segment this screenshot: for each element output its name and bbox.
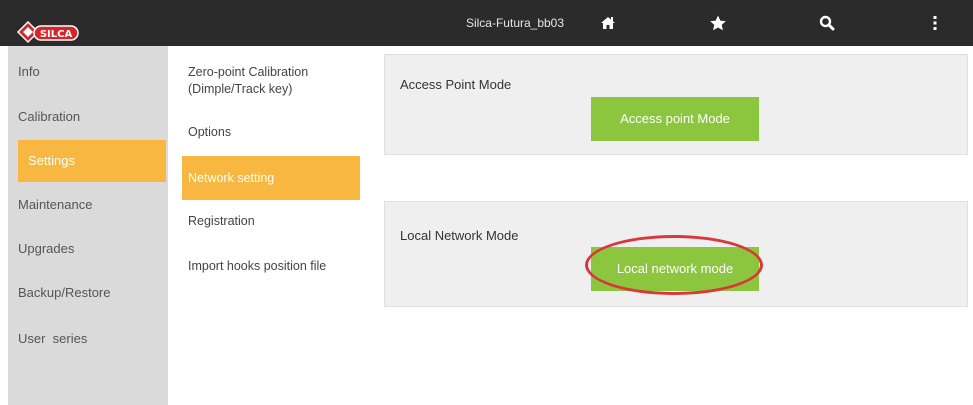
top-bar: Silca-Futura_bb03 (0, 0, 973, 46)
local-network-mode-button[interactable]: Local network mode (591, 247, 759, 291)
sidebar-item-maintenance[interactable]: Maintenance (8, 184, 158, 226)
sidebar-item-calibration[interactable]: Calibration (8, 96, 158, 138)
sidebar-item-settings[interactable]: Settings (18, 140, 166, 182)
sidebar-item-user-series[interactable]: User series (8, 318, 158, 360)
submenu-item-import-hooks[interactable]: Import hooks position file (182, 258, 360, 275)
local-network-panel: Local Network Mode Local network mode (384, 201, 968, 307)
home-icon[interactable] (598, 13, 618, 33)
submenu-item-network-setting[interactable]: Network setting (182, 156, 360, 200)
submenu-item-label-line1: Zero-point Calibration (188, 65, 309, 79)
settings-submenu: Zero-point Calibration (Dimple/Track key… (176, 46, 371, 405)
access-point-panel: Access Point Mode Access point Mode (384, 54, 968, 155)
more-vertical-icon[interactable] (925, 13, 945, 33)
sidebar-item-info[interactable]: Info (8, 51, 158, 93)
submenu-item-options[interactable]: Options (182, 124, 360, 141)
sidebar-item-backup-restore[interactable]: Backup/Restore (8, 272, 158, 314)
sidebar: Info Calibration Settings Maintenance Up… (8, 46, 168, 405)
access-point-title: Access Point Mode (400, 77, 512, 92)
local-network-title: Local Network Mode (400, 228, 519, 243)
submenu-item-label-line2: (Dimple/Track key) (188, 82, 293, 96)
sidebar-item-upgrades[interactable]: Upgrades (8, 228, 158, 270)
access-point-mode-button[interactable]: Access point Mode (591, 97, 759, 141)
submenu-item-registration[interactable]: Registration (182, 213, 360, 230)
silca-logo: SILCA (16, 20, 82, 48)
star-icon[interactable] (708, 13, 728, 33)
search-icon[interactable] (817, 13, 837, 33)
submenu-item-zero-point-calibration[interactable]: Zero-point Calibration (Dimple/Track key… (182, 64, 360, 98)
logo-text: SILCA (40, 29, 73, 40)
device-name: Silca-Futura_bb03 (465, 16, 565, 30)
